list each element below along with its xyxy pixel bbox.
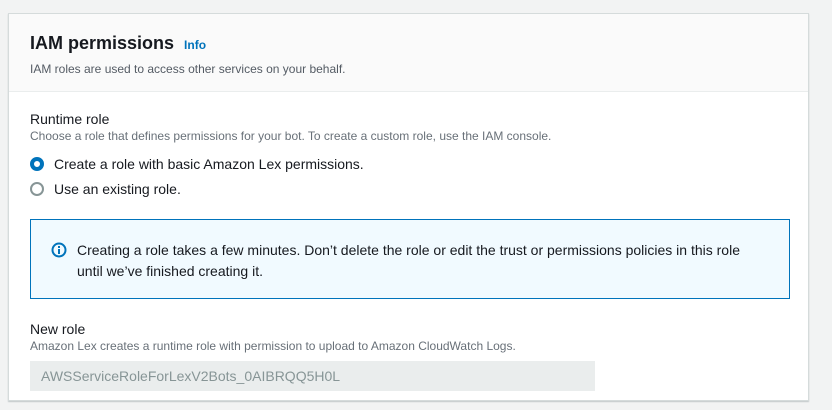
panel-title: IAM permissions bbox=[30, 33, 175, 53]
panel-description: IAM roles are used to access other servi… bbox=[30, 62, 346, 76]
runtime-role-description: Choose a role that defines permissions f… bbox=[30, 129, 552, 143]
alert-text-line-2: until we’ve finished creating it. bbox=[77, 263, 263, 279]
radio-button-unchecked[interactable] bbox=[30, 181, 44, 196]
info-alert: Creating a role takes a few minutes. Don… bbox=[30, 219, 790, 299]
radio-button-checked[interactable] bbox=[30, 156, 44, 171]
new-role-field: New role Amazon Lex creates a runtime ro… bbox=[30, 320, 787, 391]
radio-label-existing-role[interactable]: Use an existing role. bbox=[54, 181, 181, 197]
runtime-role-label: Runtime role bbox=[30, 111, 110, 127]
panel-body: Runtime role Choose a role that defines … bbox=[9, 92, 808, 391]
panel-header: IAM permissions Info IAM roles are used … bbox=[9, 14, 808, 92]
new-role-name-input bbox=[30, 361, 595, 391]
radio-option-create-role[interactable]: Create a role with basic Amazon Lex perm… bbox=[30, 151, 787, 176]
radio-label-create-role[interactable]: Create a role with basic Amazon Lex perm… bbox=[54, 156, 364, 172]
new-role-description: Amazon Lex creates a runtime role with p… bbox=[30, 339, 516, 353]
iam-permissions-panel: IAM permissions Info IAM roles are used … bbox=[8, 13, 809, 401]
info-link[interactable]: Info bbox=[184, 38, 206, 52]
alert-text-line-1: Creating a role takes a few minutes. Don… bbox=[77, 242, 740, 258]
title-row: IAM permissions Info bbox=[30, 32, 787, 54]
alert-message: Creating a role takes a few minutes. Don… bbox=[77, 240, 740, 298]
runtime-role-radio-group: Create a role with basic Amazon Lex perm… bbox=[30, 151, 787, 201]
radio-option-existing-role[interactable]: Use an existing role. bbox=[30, 176, 787, 201]
new-role-label: New role bbox=[30, 321, 86, 337]
info-circle-icon bbox=[51, 242, 67, 258]
